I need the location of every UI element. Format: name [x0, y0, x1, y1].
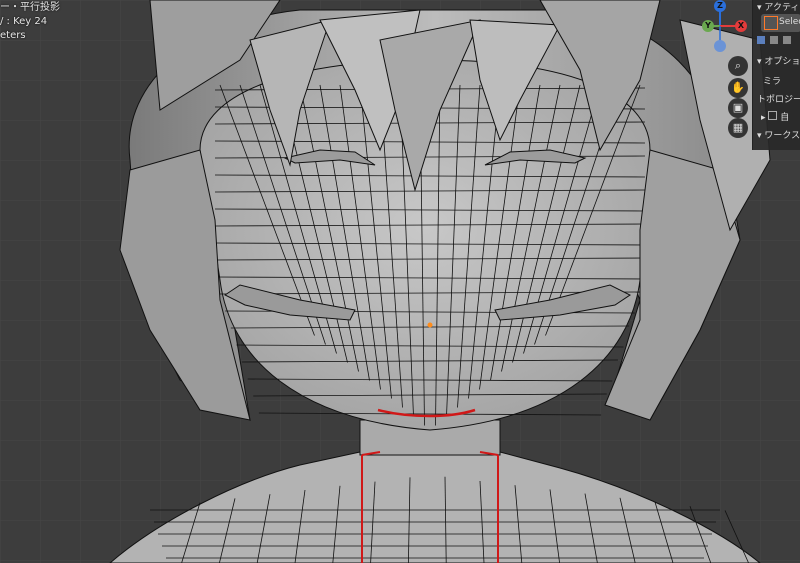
select-mode-icon-3[interactable]	[782, 36, 791, 44]
select-mode-icon-2[interactable]	[769, 36, 778, 44]
active-tool-header[interactable]: ▾ アクティ	[757, 0, 800, 13]
active-tool-box[interactable]: Selec	[761, 14, 800, 32]
active-tool-header-label: アクティ	[764, 3, 800, 13]
workspace-header[interactable]: ▾ ワークス	[757, 128, 800, 141]
auto-option[interactable]: ▸ 自	[761, 110, 800, 123]
auto-label: 自	[780, 113, 790, 123]
sidebar-panel: ▾ アクティ Selec ▾ オプショ ミラ トポロジー ▸ 自 ▾ ワークス	[752, 0, 800, 150]
grid-toggle-icon[interactable]: ▦	[728, 118, 748, 138]
nose-vertex[interactable]	[427, 322, 433, 328]
mesh-canvas[interactable]	[0, 0, 800, 563]
zoom-icon[interactable]: ⌕	[728, 56, 748, 76]
gizmo-x-axis[interactable]: X	[735, 20, 747, 32]
workspace-header-label: ワークス	[764, 131, 800, 141]
gizmo-neg-z-axis[interactable]	[714, 40, 726, 52]
navigation-gizmo[interactable]: Z X Y	[702, 0, 752, 56]
select-tool-icon	[764, 16, 778, 30]
select-mode-icon[interactable]	[757, 36, 765, 44]
options-header-label: オプショ	[764, 57, 800, 67]
selection-mode-icons[interactable]	[757, 36, 800, 47]
pan-hand-icon[interactable]: ✋	[728, 78, 748, 98]
units-label: eters	[0, 30, 26, 41]
auto-checkbox[interactable]	[768, 111, 778, 120]
mirror-label: ミラ	[763, 77, 782, 87]
3d-viewport[interactable]: ー・平行投影 / : Key 24 eters Z X Y ⌕ ✋ ▣ ▦ ▾ …	[0, 0, 800, 563]
camera-icon[interactable]: ▣	[728, 98, 748, 118]
gizmo-z-axis[interactable]: Z	[714, 0, 726, 12]
active-tool-name: Selec	[779, 17, 800, 27]
options-header[interactable]: ▾ オプショ	[757, 54, 800, 67]
topology-label: トポロジー	[757, 95, 800, 105]
gizmo-y-axis[interactable]: Y	[702, 20, 714, 32]
